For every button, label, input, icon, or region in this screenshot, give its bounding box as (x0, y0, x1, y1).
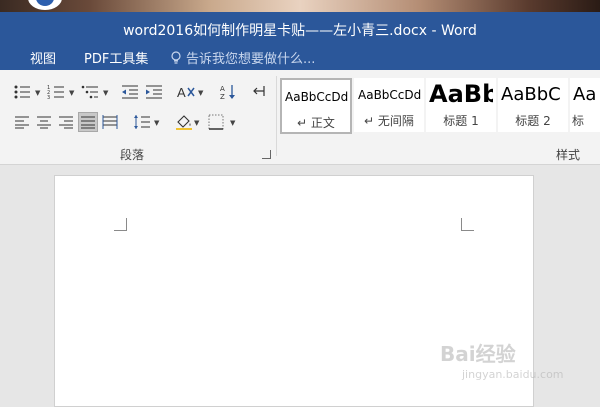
styles-group-label: 样式 (556, 148, 581, 162)
increase-indent-icon (146, 85, 162, 99)
chevron-down-icon[interactable]: ▼ (230, 119, 235, 127)
bullet-list-icon (14, 85, 30, 99)
style-title[interactable]: Aa 标 (570, 78, 600, 132)
title-bar: word2016如何制作明星卡贴——左小青三.docx - Word (0, 12, 600, 46)
tab-view[interactable]: 视图 (30, 48, 56, 67)
tab-pdf-tools[interactable]: PDF工具集 (84, 48, 148, 67)
style-name-text: 正文 (310, 116, 335, 130)
style-name: 标题 1 (443, 114, 479, 128)
tell-me-placeholder: 告诉我您想要做什么... (186, 52, 316, 67)
margin-corner-mark (114, 218, 127, 231)
lightbulb-icon (171, 50, 181, 64)
svg-text:A: A (220, 85, 225, 93)
chevron-down-icon[interactable]: ▼ (194, 119, 199, 127)
distributed-align-icon (102, 115, 118, 129)
align-right-button[interactable] (56, 112, 76, 132)
style-name: 标 (572, 114, 585, 128)
svg-text:3: 3 (47, 95, 50, 100)
chevron-down-icon[interactable]: ▼ (103, 89, 108, 97)
paragraph-mark-icon (253, 86, 265, 96)
bullets-button[interactable] (12, 82, 32, 102)
chevron-down-icon[interactable]: ▼ (154, 119, 159, 127)
justify-button[interactable] (78, 112, 98, 132)
chinese-layout-icon: A (177, 85, 195, 100)
sort-az-icon: AZ (220, 85, 235, 101)
background-photo-strip (0, 0, 600, 12)
watermark-brand: Bai经验 (440, 342, 516, 366)
multilevel-list-button[interactable] (80, 82, 100, 102)
decrease-indent-icon (122, 85, 138, 99)
justify-icon (81, 116, 95, 129)
decrease-indent-button[interactable] (120, 82, 140, 102)
style-normal[interactable]: AaBbCcDd ↵ 正文 (280, 78, 352, 134)
style-sample: AaBbC (501, 84, 561, 105)
align-center-icon (37, 116, 51, 129)
style-name: ↵ 正文 (297, 116, 335, 130)
window-title: word2016如何制作明星卡贴——左小青三.docx - Word (123, 23, 477, 39)
watermark-url: jingyan.baidu.com (462, 368, 564, 381)
borders-button[interactable] (206, 112, 226, 132)
line-spacing-button[interactable] (132, 112, 152, 132)
chevron-down-icon[interactable]: ▼ (198, 89, 203, 97)
group-divider (276, 76, 277, 156)
increase-indent-button[interactable] (144, 82, 164, 102)
align-left-icon (15, 116, 29, 129)
style-no-spacing[interactable]: AaBbCcDd ↵ 无间隔 (354, 78, 424, 132)
numbering-button[interactable]: 123 (46, 82, 66, 102)
svg-text:Z: Z (220, 93, 225, 101)
paragraph-group-label: 段落 (120, 148, 145, 162)
style-name-text: 无间隔 (377, 114, 414, 128)
style-name: ↵ 无间隔 (364, 114, 414, 128)
watermark: Bai经验 jingyan.baidu.com (440, 330, 590, 390)
chevron-down-icon[interactable]: ▼ (35, 89, 40, 97)
shading-button[interactable] (174, 112, 194, 132)
chevron-down-icon[interactable]: ▼ (69, 89, 74, 97)
tell-me-search[interactable]: 告诉我您想要做什么... (170, 48, 315, 67)
style-sample: Aa (573, 84, 597, 105)
show-formatting-button[interactable] (250, 82, 270, 102)
style-sample: AaBb (429, 80, 493, 108)
svg-text:A: A (177, 85, 186, 100)
chinese-layout-button[interactable]: A (176, 82, 196, 102)
style-name: 标题 2 (515, 114, 551, 128)
line-spacing-icon (134, 115, 150, 129)
align-right-icon (59, 116, 73, 129)
margin-corner-mark (461, 218, 474, 231)
numbered-list-icon: 123 (47, 85, 64, 100)
sort-button[interactable]: AZ (218, 82, 238, 102)
paragraph-dialog-launcher[interactable] (262, 150, 271, 159)
ribbon: ▼ 123 ▼ ▼ A ▼ AZ ▼ ▼ ▼ 段落 AaBbCcDd ↵ 正文 … (0, 70, 600, 165)
align-left-button[interactable] (12, 112, 32, 132)
distributed-button[interactable] (100, 112, 120, 132)
style-heading-2[interactable]: AaBbC 标题 2 (498, 78, 568, 132)
paint-bucket-icon (176, 115, 192, 130)
style-heading-1[interactable]: AaBb 标题 1 (426, 78, 496, 132)
style-sample: AaBbCcDd (285, 90, 349, 104)
style-sample: AaBbCcDd (358, 88, 422, 102)
ribbon-tabs: 视图 PDF工具集 告诉我您想要做什么... (0, 46, 600, 70)
align-center-button[interactable] (34, 112, 54, 132)
borders-icon (208, 114, 224, 130)
multilevel-list-icon (81, 85, 98, 99)
